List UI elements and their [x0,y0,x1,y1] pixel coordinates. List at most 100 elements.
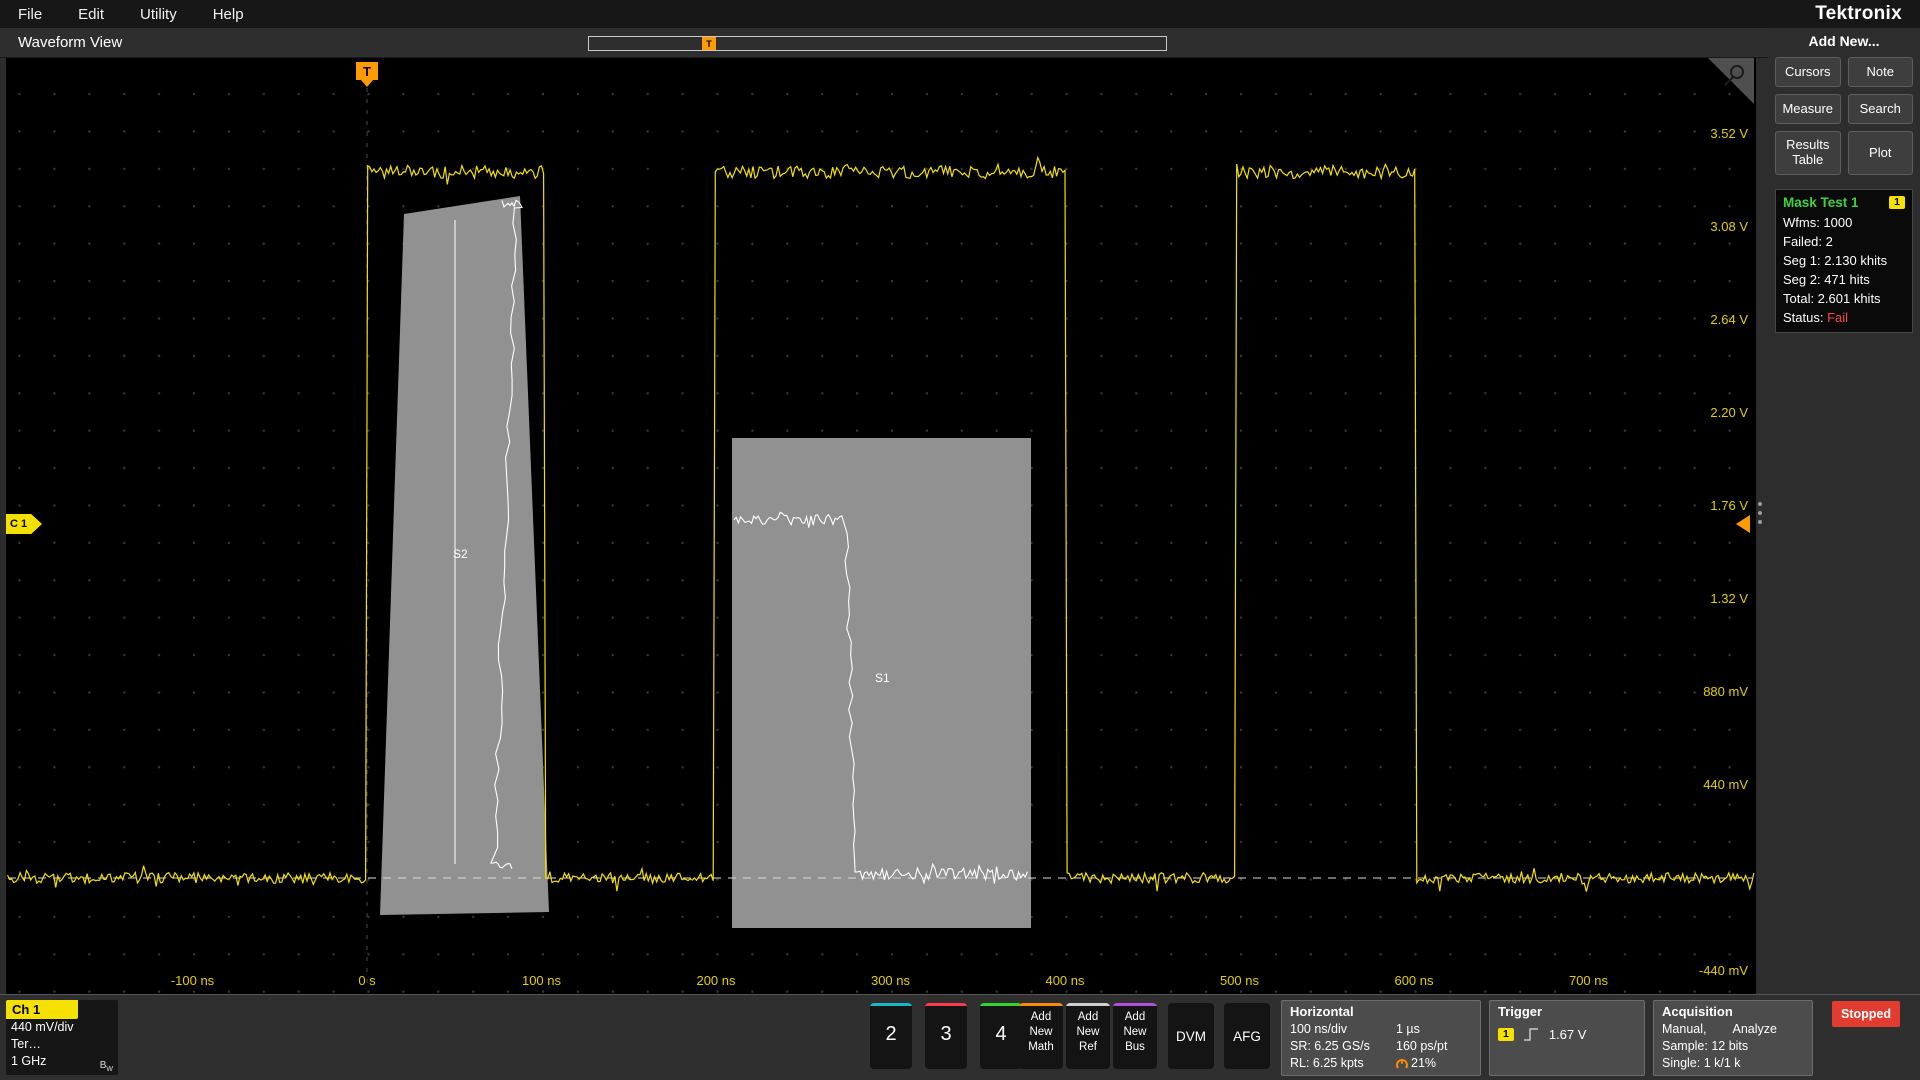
bus-color-strip [1113,1003,1157,1006]
acquisition-title: Acquisition [1662,1004,1804,1019]
y-axis-label: 1.32 V [1710,591,1748,606]
y-axis-label: 3.52 V [1710,126,1748,141]
mask-test-source-badge: 1 [1889,196,1905,209]
trigger-settings-row: 1 1.67 V [1498,1027,1636,1042]
waveform-display[interactable]: S2S13.52 V3.08 V2.64 V2.20 V1.76 V1.32 V… [6,58,1756,994]
dvm-button[interactable]: DVM [1168,1003,1214,1069]
panel-splitter[interactable] [1758,502,1762,524]
x-axis-label: 0 s [358,973,376,988]
menu-bar: File Edit Utility Help Tektronix [0,0,1920,28]
x-axis-label: 400 ns [1045,973,1085,988]
zoom-overview-bar[interactable]: T [588,36,1167,51]
horizontal-panel[interactable]: Horizontal 100 ns/div1 µs SR: 6.25 GS/s1… [1281,1000,1481,1076]
add-math-line2: New [1019,1025,1063,1040]
mask-label-S2: S2 [453,547,468,561]
acquisition-stopped-button[interactable]: Stopped [1832,1001,1900,1027]
mask-test-failed: Failed: 2 [1783,232,1905,251]
horizontal-sample-rate: SR: 6.25 GS/s [1290,1038,1396,1055]
channel-1-label[interactable]: Ch 1 [6,1000,78,1019]
acquisition-single: Single: 1 k/1 k [1662,1055,1804,1072]
horizontal-resolution: 160 ps/pt [1396,1038,1447,1055]
y-axis-label: -440 mV [1699,963,1748,978]
trigger-panel[interactable]: Trigger 1 1.67 V [1489,1000,1645,1076]
add-ref-line2: New [1066,1025,1110,1040]
mask-test-status-value: Fail [1827,310,1848,325]
add-bus-line3: Bus [1113,1040,1157,1055]
splitter-dot [1758,520,1762,524]
channel-2-color-strip [870,1003,912,1006]
position-gauge-icon [1396,1058,1408,1070]
acquisition-mode-row: Manual, Analyze [1662,1021,1804,1038]
channel-4-button[interactable]: 4 [980,1003,1022,1069]
add-ref-line1: Add [1066,1010,1110,1025]
horizontal-scale: 100 ns/div [1290,1021,1396,1038]
mask-test-header: Mask Test 1 1 [1783,195,1905,210]
add-new-button-grid: Cursors Note Measure Search Results Tabl… [1775,57,1913,175]
menu-item-help[interactable]: Help [213,6,244,23]
x-axis-label: 500 ns [1220,973,1260,988]
x-axis-label: 600 ns [1394,973,1434,988]
channel-1-scale: 440 mV/div [6,1019,118,1036]
add-bus-line2: New [1113,1025,1157,1040]
horizontal-position-cell: 21% [1396,1055,1436,1072]
channel-3-number: 3 [925,1023,967,1046]
add-math-line1: Add [1019,1010,1063,1025]
note-button[interactable]: Note [1848,57,1914,87]
add-bus-line1: Add [1113,1010,1157,1025]
cursors-button[interactable]: Cursors [1775,57,1841,87]
trigger-level-value: 1.67 V [1549,1027,1587,1042]
channel-1-termination: Ter… [6,1036,118,1053]
ref-color-strip [1066,1003,1110,1006]
settings-bar: Ch 1 440 mV/div Ter… 1 GHz BW 2 3 4 Add … [0,994,1920,1080]
mask-test-status-label: Status: [1783,310,1823,325]
add-new-label: Add New... [1775,33,1913,49]
horizontal-title: Horizontal [1290,1004,1472,1019]
trigger-flag[interactable]: T [356,62,378,80]
horizontal-window: 1 µs [1396,1021,1420,1038]
mask-test-seg2: Seg 2: 471 hits [1783,270,1905,289]
x-axis-label: 200 ns [696,973,736,988]
tektronix-logo: Tektronix [1815,3,1902,25]
add-ref-line3: Ref [1066,1040,1110,1055]
y-axis-label: 880 mV [1703,684,1748,699]
x-axis-label: 700 ns [1569,973,1609,988]
add-new-math-button[interactable]: Add New Math [1019,1003,1063,1069]
menu-item-edit[interactable]: Edit [78,6,104,23]
trigger-source-badge: 1 [1498,1028,1514,1041]
results-table-button[interactable]: Results Table [1775,131,1841,175]
plot-button[interactable]: Plot [1848,131,1914,175]
channel-1-settings[interactable]: Ch 1 440 mV/div Ter… 1 GHz BW [6,1000,118,1075]
splitter-dot [1758,511,1762,515]
channel-2-number: 2 [870,1023,912,1046]
rising-edge-slope-icon [1523,1027,1540,1042]
search-button[interactable]: Search [1848,94,1914,124]
scope-graticule: S2S13.52 V3.08 V2.64 V2.20 V1.76 V1.32 V… [6,58,1756,994]
mask-test-panel[interactable]: Mask Test 1 1 Wfms: 1000 Failed: 2 Seg 1… [1775,189,1913,333]
y-axis-label: 2.64 V [1710,312,1748,327]
trigger-level-arrow[interactable] [1736,515,1750,533]
channel-3-button[interactable]: 3 [925,1003,967,1069]
y-axis-label: 2.20 V [1710,405,1748,420]
menu-item-file[interactable]: File [18,6,42,23]
afg-button[interactable]: AFG [1224,1003,1270,1069]
channel-2-button[interactable]: 2 [870,1003,912,1069]
acquisition-analyze: Analyze [1732,1021,1776,1038]
menu-item-utility[interactable]: Utility [140,6,177,23]
view-title: Waveform View [18,34,122,51]
acquisition-panel[interactable]: Acquisition Manual, Analyze Sample: 12 b… [1653,1000,1813,1076]
right-sidebar: Add New... Cursors Note Measure Search R… [1768,28,1920,994]
x-axis-label: 300 ns [871,973,911,988]
math-color-strip [1019,1003,1063,1006]
y-axis-label: 440 mV [1703,777,1748,792]
add-math-line3: Math [1019,1040,1063,1055]
add-new-ref-button[interactable]: Add New Ref [1066,1003,1110,1069]
acquisition-mode: Manual, [1662,1021,1706,1038]
mask-test-status: Status: Fail [1783,308,1905,327]
y-axis-label: 1.76 V [1710,498,1748,513]
mask-label-S1: S1 [875,671,890,685]
splitter-dot [1758,502,1762,506]
measure-button[interactable]: Measure [1775,94,1841,124]
minimap-trigger-marker[interactable]: T [702,37,716,50]
acquisition-sample: Sample: 12 bits [1662,1038,1804,1055]
add-new-bus-button[interactable]: Add New Bus [1113,1003,1157,1069]
